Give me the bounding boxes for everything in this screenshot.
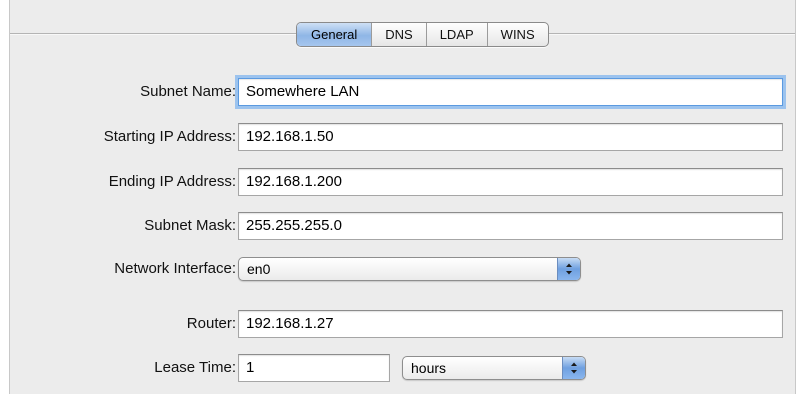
subnet-mask-field[interactable]: 255.255.255.0 xyxy=(238,212,783,240)
router-label: Router: xyxy=(186,315,236,332)
subnet-mask-label: Subnet Mask: xyxy=(144,217,236,234)
router-field[interactable]: 192.168.1.27 xyxy=(238,310,783,338)
subnet-name-field[interactable]: Somewhere LAN xyxy=(238,78,783,106)
lease-time-unit-popup[interactable]: hours xyxy=(402,356,586,380)
tab-wins[interactable]: WINS xyxy=(486,23,548,46)
starting-ip-label: Starting IP Address: xyxy=(103,128,236,145)
starting-ip-label-box: Starting IP Address: xyxy=(10,122,236,152)
popup-arrows-icon xyxy=(562,357,585,379)
lease-time-field[interactable]: 1 xyxy=(238,354,390,382)
network-interface-label: Network Interface: xyxy=(114,260,236,277)
subnet-name-label: Subnet Name: xyxy=(140,83,236,100)
dhcp-subnet-window: General DNS LDAP WINS Subnet Name: Somew… xyxy=(0,0,805,394)
updown-chevron-icon xyxy=(571,362,577,374)
network-interface-value: en0 xyxy=(247,261,271,277)
updown-chevron-icon xyxy=(566,263,572,275)
subnet-mask-label-box: Subnet Mask: xyxy=(10,211,236,241)
subnet-name-label-box: Subnet Name: xyxy=(10,77,236,107)
tab-ldap[interactable]: LDAP xyxy=(425,23,487,46)
tab-general[interactable]: General xyxy=(297,23,372,46)
ending-ip-field[interactable]: 192.168.1.200 xyxy=(238,168,783,196)
lease-time-label: Lease Time: xyxy=(154,359,236,376)
network-interface-label-box: Network Interface: xyxy=(10,254,236,284)
popup-arrows-icon xyxy=(557,258,580,280)
ending-ip-label-box: Ending IP Address: xyxy=(10,167,236,197)
tab-bar: General DNS LDAP WINS xyxy=(296,22,549,47)
lease-time-label-box: Lease Time: xyxy=(10,353,236,383)
lease-time-unit-value: hours xyxy=(411,360,447,376)
network-interface-popup[interactable]: en0 xyxy=(238,257,581,281)
ending-ip-label: Ending IP Address: xyxy=(108,173,236,190)
tab-dns[interactable]: DNS xyxy=(371,23,425,46)
starting-ip-field[interactable]: 192.168.1.50 xyxy=(238,123,783,151)
router-label-box: Router: xyxy=(10,309,236,339)
settings-panel: General DNS LDAP WINS Subnet Name: Somew… xyxy=(9,0,796,394)
